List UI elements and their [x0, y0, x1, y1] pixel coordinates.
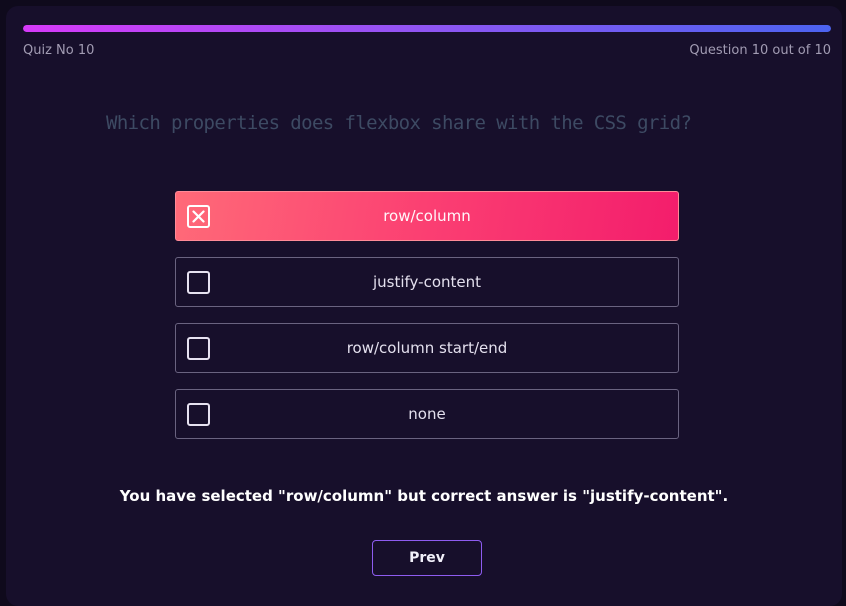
option-row-column[interactable]: row/column [175, 191, 679, 241]
option-none[interactable]: none [175, 389, 679, 439]
result-message: You have selected "row/column" but corre… [119, 487, 729, 505]
progress-bar [23, 25, 831, 32]
empty-checkbox-icon[interactable] [187, 337, 210, 360]
option-justify-content[interactable]: justify-content [175, 257, 679, 307]
empty-checkbox-icon[interactable] [187, 403, 210, 426]
question-text: Which properties does flexbox share with… [106, 112, 692, 134]
option-label: justify-content [372, 273, 481, 291]
quiz-label: Quiz No 10 [23, 43, 95, 58]
option-row-column-start-end[interactable]: row/column start/end [175, 323, 679, 373]
prev-button[interactable]: Prev [372, 540, 482, 576]
option-label: row/column start/end [346, 339, 508, 357]
progress-fill [23, 25, 831, 32]
question-counter: Question 10 out of 10 [689, 43, 831, 58]
x-checkbox-icon[interactable] [187, 205, 210, 228]
empty-checkbox-icon[interactable] [187, 271, 210, 294]
option-label: none [408, 405, 446, 423]
quiz-card: Quiz No 10 Question 10 out of 10 Which p… [6, 6, 842, 606]
option-label: row/column [383, 207, 471, 225]
x-mark-icon [192, 210, 205, 223]
answer-options: row/column justify-content row/column st… [175, 191, 679, 455]
